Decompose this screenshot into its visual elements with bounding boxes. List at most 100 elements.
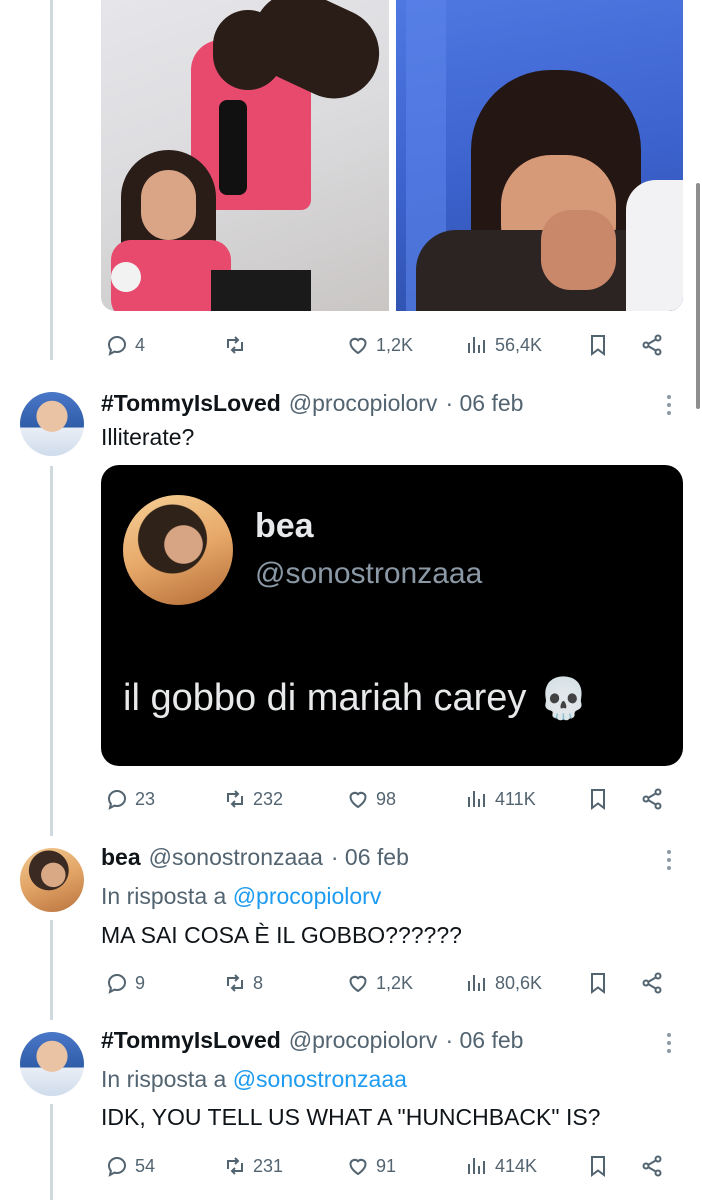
views-button[interactable]: 414K — [465, 1151, 537, 1181]
thread-line — [50, 920, 53, 1020]
views-icon — [468, 975, 485, 991]
repost-button[interactable]: 232 — [223, 784, 283, 814]
like-icon — [349, 337, 367, 355]
scrollbar[interactable] — [696, 183, 700, 409]
views-count: 411K — [495, 788, 536, 809]
embedded-text: il gobbo di mariah carey — [123, 677, 527, 719]
embedded-user-handle: @sonostronzaaa — [255, 557, 483, 590]
reply-count: 23 — [135, 788, 156, 809]
bookmark-icon — [591, 973, 605, 994]
views-button[interactable]: 80,6K — [465, 968, 542, 998]
like-button[interactable]: 91 — [346, 1151, 396, 1181]
like-button[interactable]: 1,2K — [346, 330, 413, 360]
reply-mention-link[interactable]: @sonostronzaaa — [233, 1066, 407, 1092]
tweet-actions: 54 231 91 414K — [101, 1151, 683, 1181]
bookmark-button[interactable] — [586, 784, 610, 814]
media-image-right[interactable] — [395, 0, 683, 311]
like-count: 91 — [376, 1155, 397, 1176]
repost-count: 231 — [253, 1155, 284, 1176]
display-name[interactable]: #TommyIsLoved — [101, 1027, 281, 1054]
reply-prefix: In risposta a — [101, 883, 227, 909]
share-button[interactable] — [640, 1151, 664, 1181]
avatar[interactable] — [20, 392, 84, 456]
like-button[interactable]: 1,2K — [346, 968, 413, 998]
more-icon — [667, 850, 671, 854]
views-button[interactable]: 56,4K — [465, 330, 542, 360]
bookmark-icon — [591, 789, 605, 810]
reply-count: 54 — [135, 1155, 156, 1176]
reply-icon — [107, 335, 127, 356]
embedded-screenshot[interactable]: bea @sonostronzaaa il gobbo di mariah ca… — [101, 465, 683, 766]
reply-button[interactable]: 54 — [105, 1151, 155, 1181]
more-icon — [667, 1033, 671, 1037]
more-options-button[interactable] — [660, 390, 678, 420]
like-icon — [349, 1158, 367, 1176]
tweet-media-grid[interactable] — [101, 0, 683, 311]
user-handle[interactable]: @procopiolorv — [289, 1027, 438, 1054]
user-handle[interactable]: @sonostronzaaa — [149, 844, 323, 871]
tweet-actions: 9 8 1,2K 80,6K — [101, 968, 683, 998]
media-image-left[interactable] — [101, 0, 389, 311]
more-icon — [667, 395, 671, 399]
display-name[interactable]: #TommyIsLoved — [101, 390, 281, 417]
reply-button[interactable]: 4 — [105, 330, 145, 360]
repost-icon — [227, 790, 243, 808]
avatar[interactable] — [20, 848, 84, 912]
like-icon — [349, 791, 367, 809]
repost-button[interactable]: 8 — [223, 968, 263, 998]
reply-count: 9 — [135, 972, 146, 993]
repost-count: 8 — [253, 972, 264, 993]
display-name[interactable]: bea — [101, 844, 141, 871]
bookmark-button[interactable] — [586, 1151, 610, 1181]
tweet-header: #TommyIsLoved @procopiolorv · 06 feb — [101, 1027, 523, 1054]
like-button[interactable]: 98 — [346, 784, 396, 814]
tweet-text: IDK, YOU TELL US WHAT A "HUNCHBACK" IS? — [101, 1104, 601, 1130]
user-handle[interactable]: @procopiolorv — [289, 390, 438, 417]
reply-icon — [107, 973, 127, 994]
more-options-button[interactable] — [660, 1028, 678, 1058]
tweet-text: Illiterate? — [101, 424, 195, 450]
views-icon — [468, 1158, 485, 1174]
share-icon — [642, 972, 662, 994]
repost-button[interactable] — [223, 330, 253, 360]
views-icon — [468, 337, 485, 353]
bookmark-button[interactable] — [586, 968, 610, 998]
repost-button[interactable]: 231 — [223, 1151, 283, 1181]
avatar[interactable] — [20, 1032, 84, 1096]
bookmark-button[interactable] — [586, 330, 610, 360]
share-icon — [642, 788, 662, 810]
views-count: 414K — [495, 1155, 538, 1176]
views-count: 80,6K — [495, 972, 543, 993]
bookmark-icon — [591, 1156, 605, 1177]
repost-icon — [227, 974, 243, 992]
share-button[interactable] — [640, 968, 664, 998]
like-count: 98 — [376, 788, 397, 809]
repost-icon — [227, 336, 243, 354]
like-count: 1,2K — [376, 972, 414, 993]
tweet-header: #TommyIsLoved @procopiolorv · 06 feb — [101, 390, 523, 417]
tweet-date[interactable]: · 06 feb — [445, 390, 523, 417]
views-button[interactable]: 411K — [465, 784, 536, 814]
skull-emoji: 💀 — [538, 677, 589, 721]
share-button[interactable] — [640, 784, 664, 814]
embedded-tweet-text: il gobbo di mariah carey 💀 — [123, 675, 588, 722]
share-icon — [642, 1155, 662, 1177]
more-options-button[interactable] — [660, 845, 678, 875]
reply-button[interactable]: 23 — [105, 784, 155, 814]
reply-context: In risposta a @procopiolorv — [101, 883, 381, 910]
reply-icon — [107, 1156, 127, 1177]
tweet-date[interactable]: · 06 feb — [331, 844, 409, 871]
bookmark-icon — [591, 335, 605, 356]
tweet-actions: 4 1,2K 56,4K — [101, 330, 683, 360]
reply-button[interactable]: 9 — [105, 968, 145, 998]
share-icon — [642, 334, 662, 356]
tweet-date[interactable]: · 06 feb — [445, 1027, 523, 1054]
reply-mention-link[interactable]: @procopiolorv — [233, 883, 382, 909]
reply-prefix: In risposta a — [101, 1066, 227, 1092]
tweet-header: bea @sonostronzaaa · 06 feb — [101, 844, 409, 871]
share-button[interactable] — [640, 330, 664, 360]
thread-line — [50, 466, 53, 836]
like-count: 1,2K — [376, 334, 414, 355]
reply-count: 4 — [135, 334, 146, 355]
like-icon — [349, 975, 367, 993]
